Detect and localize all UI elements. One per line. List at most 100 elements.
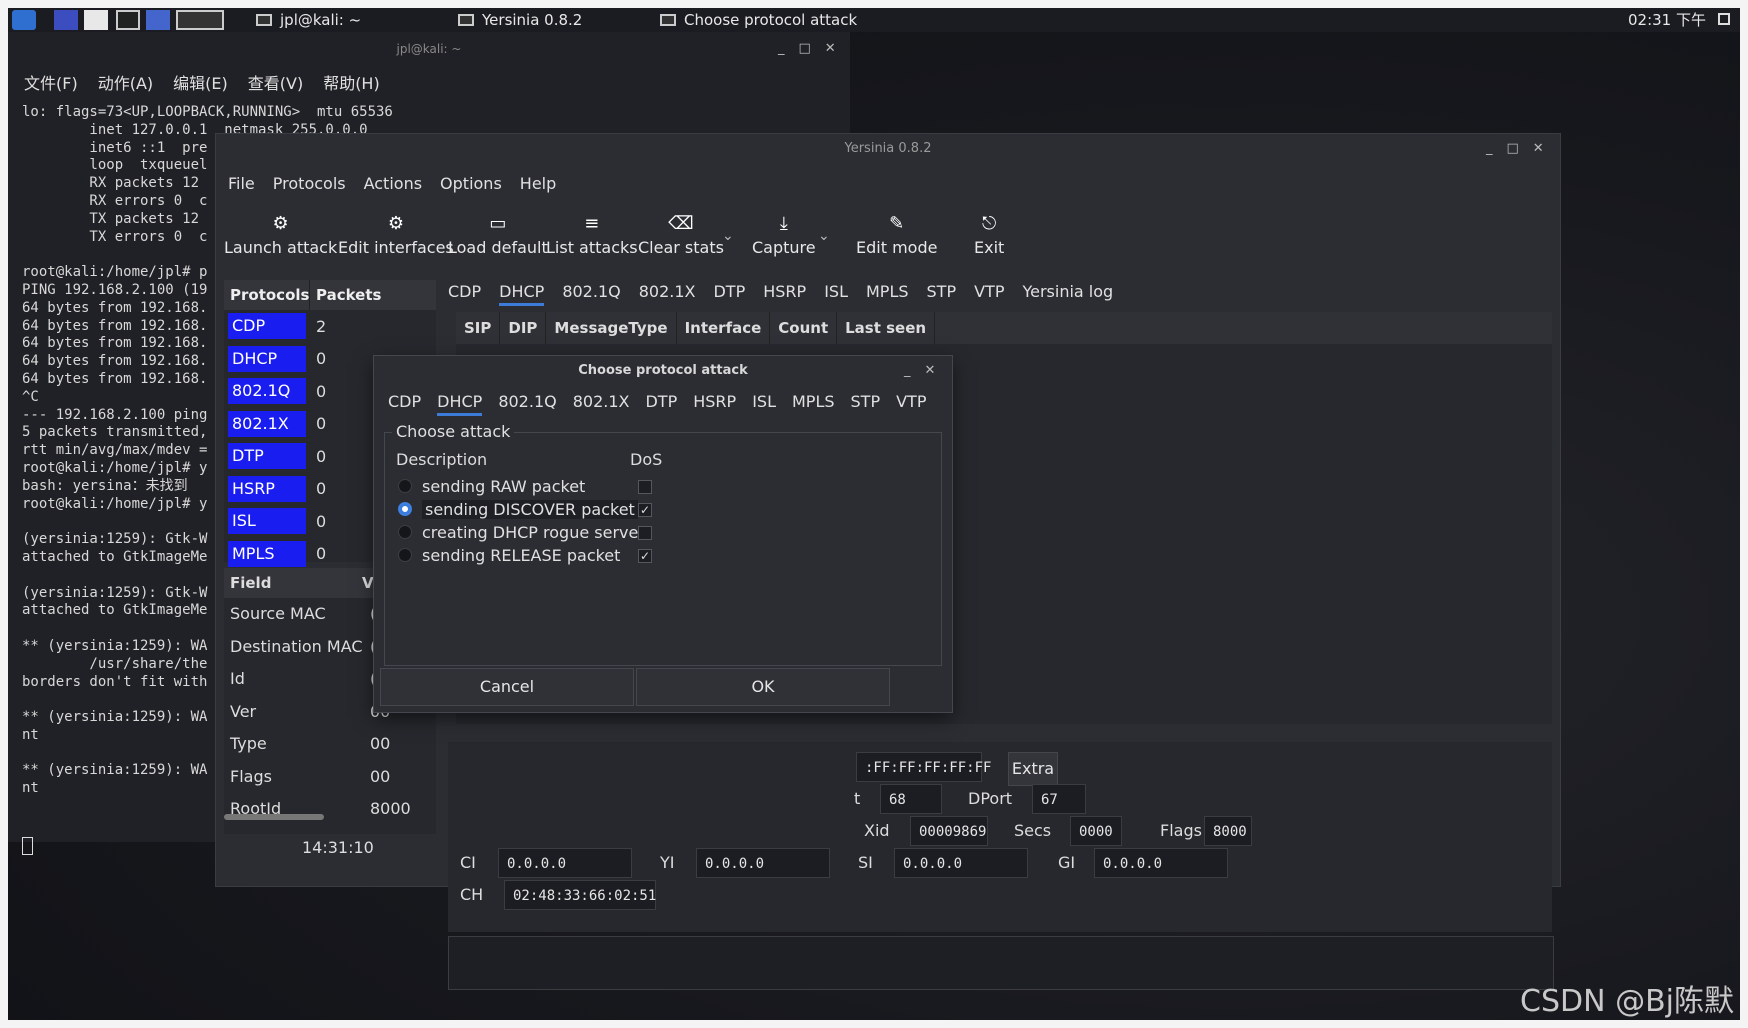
attack-option[interactable]: sending DISCOVER packet (398, 497, 638, 521)
close-icon[interactable]: ✕ (825, 32, 836, 66)
workspace-1-icon[interactable] (54, 10, 78, 30)
close-icon[interactable]: ✕ (1533, 134, 1544, 164)
ci-field[interactable]: 0.0.0.0 (498, 848, 632, 878)
minimize-icon[interactable]: _ (778, 32, 785, 66)
column-last-seen[interactable]: Last seen (837, 312, 936, 344)
column-sip[interactable]: SIP (456, 312, 501, 344)
tab-isl[interactable]: ISL (824, 282, 848, 306)
menu-file[interactable]: File (228, 174, 255, 193)
clock[interactable]: 02:31 下午 (1628, 8, 1706, 32)
load-default-button[interactable]: ▭ Load default (448, 210, 548, 257)
dos-checkbox[interactable]: ✓ (638, 503, 652, 517)
maximize-icon[interactable]: □ (799, 32, 811, 66)
xid-field[interactable]: 00009869 (910, 816, 988, 846)
dos-checkbox[interactable] (638, 480, 652, 494)
tab-yersinia-log[interactable]: Yersinia log (1022, 282, 1113, 306)
attack-option[interactable]: creating DHCP rogue server (398, 520, 645, 544)
tab-hsrp[interactable]: HSRP (763, 282, 806, 306)
radio-button[interactable] (398, 479, 412, 493)
ok-button[interactable]: OK (636, 668, 890, 706)
field-row[interactable]: RootId8000 CC (224, 793, 436, 834)
maximize-icon[interactable]: □ (1507, 134, 1519, 164)
tab-802-1q[interactable]: 802.1Q (562, 282, 620, 306)
terminal-launcher-icon[interactable] (116, 10, 140, 30)
secs-field[interactable]: 0000 (1070, 816, 1122, 846)
dialog-tab-isl[interactable]: ISL (752, 392, 776, 416)
protocols-column[interactable]: Protocols (224, 280, 310, 310)
tab-vtp[interactable]: VTP (974, 282, 1004, 306)
field-row[interactable]: Type 00 (224, 728, 436, 761)
capture-button[interactable]: ⤓ Capture (752, 210, 816, 257)
tab-dhcp[interactable]: DHCP (499, 282, 545, 306)
column-dip[interactable]: DIP (500, 312, 547, 344)
task-choose-attack[interactable]: Choose protocol attack (660, 8, 857, 32)
packets-column[interactable]: Packets (310, 280, 381, 310)
flags-field[interactable]: 8000 (1204, 816, 1252, 846)
dialog-tab-802-1q[interactable]: 802.1Q (498, 392, 556, 416)
tab-stp[interactable]: STP (927, 282, 957, 306)
edit-interfaces-button[interactable]: ⚙ Edit interfaces (338, 210, 454, 257)
tab-mpls[interactable]: MPLS (866, 282, 909, 306)
file-manager-icon[interactable] (84, 10, 108, 30)
menu-view[interactable]: 查看(V) (248, 70, 303, 94)
show-desktop-icon[interactable] (176, 10, 224, 30)
menu-actions[interactable]: Actions (364, 174, 422, 193)
tab-cdp[interactable]: CDP (448, 282, 481, 306)
attack-option[interactable]: sending RELEASE packet (398, 543, 620, 567)
yi-field[interactable]: 0.0.0.0 (696, 848, 830, 878)
menu-edit[interactable]: 编辑(E) (173, 70, 228, 94)
tab-802-1x[interactable]: 802.1X (639, 282, 696, 306)
column-interface[interactable]: Interface (677, 312, 771, 344)
menu-help[interactable]: Help (520, 174, 556, 193)
minimize-icon[interactable]: _ (904, 356, 911, 386)
minimize-icon[interactable]: _ (1486, 134, 1493, 164)
menu-options[interactable]: Options (440, 174, 502, 193)
task-yersinia[interactable]: Yersinia 0.8.2 (458, 8, 582, 32)
capture-dropdown[interactable]: ⌄ (818, 228, 830, 244)
destination-mac-field[interactable]: :FF:FF:FF:FF:FF (856, 752, 991, 782)
sport-field[interactable]: 68 (880, 784, 942, 814)
edit-mode-button[interactable]: ✎ Edit mode (856, 210, 937, 257)
field-column[interactable]: Field (230, 574, 271, 592)
column-count[interactable]: Count (770, 312, 838, 344)
dport-field[interactable]: 67 (1032, 784, 1086, 814)
menu-file[interactable]: 文件(F) (24, 70, 78, 94)
dialog-tab-dtp[interactable]: DTP (645, 392, 677, 416)
browser-icon[interactable] (146, 10, 170, 30)
field-row[interactable]: Flags 00 (224, 761, 436, 794)
kali-menu-icon[interactable] (12, 10, 36, 30)
launch-attack-button[interactable]: ⚙ Launch attack (224, 210, 337, 257)
close-icon[interactable]: ✕ (925, 356, 936, 386)
task-terminal[interactable]: jpl@kali: ~ (256, 8, 361, 32)
horizontal-scrollbar[interactable] (224, 814, 324, 820)
dialog-tab-802-1x[interactable]: 802.1X (573, 392, 630, 416)
attack-option[interactable]: sending RAW packet (398, 474, 585, 498)
menu-protocols[interactable]: Protocols (273, 174, 346, 193)
list-attacks-button[interactable]: ≡ List attacks (546, 210, 638, 257)
dialog-tab-stp[interactable]: STP (851, 392, 881, 416)
radio-button[interactable] (398, 502, 412, 516)
column-messagetype[interactable]: MessageType (546, 312, 677, 344)
value-column[interactable]: V (362, 568, 374, 598)
clear-stats-button[interactable]: ⌫ Clear stats (638, 210, 724, 257)
dialog-tab-hsrp[interactable]: HSRP (693, 392, 736, 416)
extra-button[interactable]: Extra (1008, 752, 1058, 786)
dialog-tab-mpls[interactable]: MPLS (792, 392, 835, 416)
notification-icon[interactable] (1718, 13, 1730, 25)
dos-checkbox[interactable] (638, 526, 652, 540)
radio-button[interactable] (398, 548, 412, 562)
clear-stats-dropdown[interactable]: ⌄ (722, 228, 734, 244)
menu-action[interactable]: 动作(A) (98, 70, 153, 94)
dialog-tab-vtp[interactable]: VTP (896, 392, 926, 416)
ch-field[interactable]: 02:48:33:66:02:51 (504, 880, 656, 910)
dos-checkbox[interactable]: ✓ (638, 549, 652, 563)
gi-field[interactable]: 0.0.0.0 (1094, 848, 1228, 878)
dialog-tab-cdp[interactable]: CDP (388, 392, 421, 416)
tab-dtp[interactable]: DTP (713, 282, 745, 306)
cancel-button[interactable]: Cancel (380, 668, 634, 706)
menu-help[interactable]: 帮助(H) (323, 70, 380, 94)
si-field[interactable]: 0.0.0.0 (894, 848, 1028, 878)
dialog-tab-dhcp[interactable]: DHCP (437, 392, 483, 416)
protocol-row[interactable]: CDP 2 (224, 310, 436, 343)
exit-button[interactable]: ⎋ Exit (974, 210, 1004, 257)
